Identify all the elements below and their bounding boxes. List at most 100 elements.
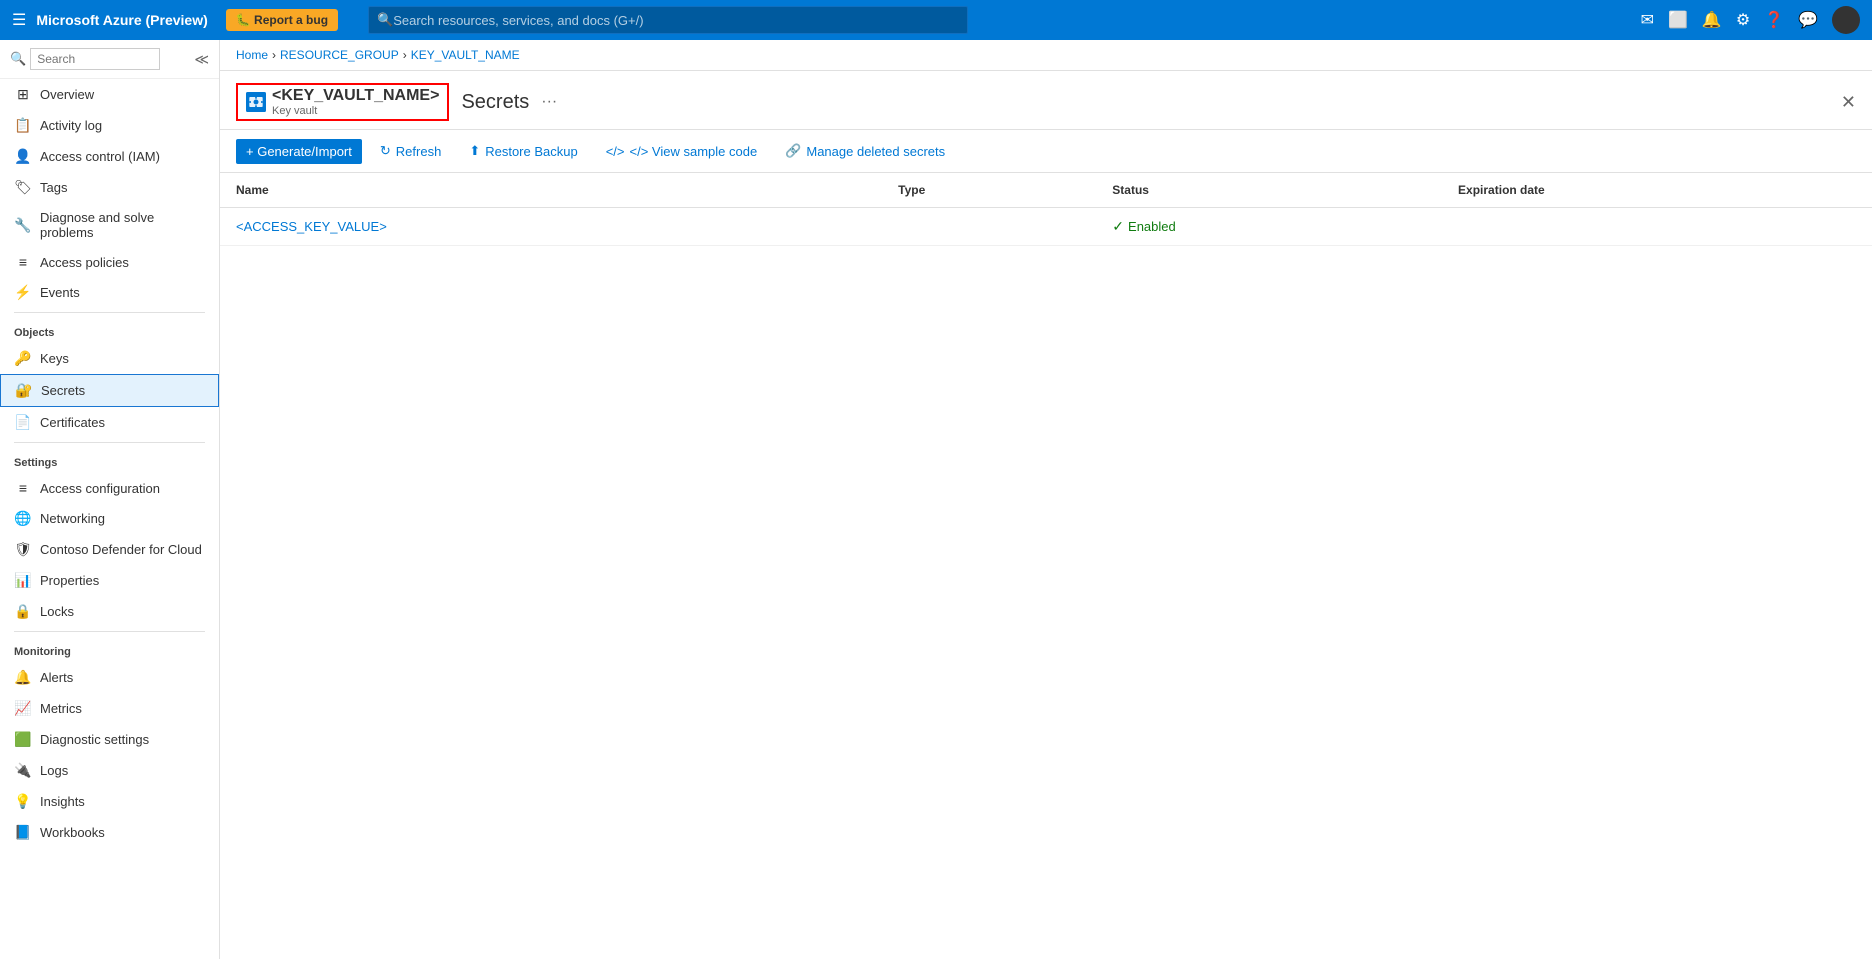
events-icon: ⚡ [14,284,32,301]
cell-status: ✓ Enabled [1096,208,1442,246]
cell-name: <ACCESS_KEY_VALUE> [220,208,882,246]
sidebar-item-events[interactable]: ⚡ Events [0,277,219,308]
generate-import-button[interactable]: + Generate/Import [236,139,362,164]
table-body: <ACCESS_KEY_VALUE> ✓ Enabled [220,208,1872,246]
tags-icon: 🏷 [14,179,32,196]
breadcrumb-vault-name[interactable]: KEY_VAULT_NAME [411,48,520,62]
refresh-button[interactable]: ↻ Refresh [370,138,451,164]
report-bug-button[interactable]: 🐛 Report a bug [226,9,338,31]
sidebar-item-label: Metrics [40,701,82,716]
sidebar-item-diagnose[interactable]: 🔧 Diagnose and solve problems [0,203,219,247]
page-title: Secrets [461,91,529,114]
close-button[interactable]: ✕ [1841,92,1856,113]
sidebar-item-label: Access policies [40,255,129,270]
sidebar-item-locks[interactable]: 🔒 Locks [0,596,219,627]
more-options-button[interactable]: ··· [541,93,557,111]
sidebar-item-tags[interactable]: 🏷 Tags [0,172,219,203]
sidebar-item-label: Tags [40,180,67,195]
sidebar-item-label: Properties [40,573,99,588]
manage-deleted-icon: 🔗 [785,143,801,159]
sidebar-collapse-button[interactable]: ≪ [194,51,209,68]
cell-expiration [1442,208,1872,246]
portal-icon[interactable]: ⬜ [1668,10,1688,30]
search-icon: 🔍 [377,12,393,28]
mail-icon[interactable]: ✉ [1641,10,1654,30]
sidebar-item-label: Locks [40,604,74,619]
global-search-bar[interactable]: 🔍 [368,6,968,34]
sidebar-divider-settings [14,442,205,443]
main-layout: 🔍 ≪ ⊞ Overview 📋 Activity log 👤 Access c… [0,40,1872,959]
sidebar-item-label: Secrets [41,383,85,398]
sidebar-item-label: Keys [40,351,69,366]
sidebar: 🔍 ≪ ⊞ Overview 📋 Activity log 👤 Access c… [0,40,220,959]
manage-deleted-button[interactable]: 🔗 Manage deleted secrets [775,138,955,164]
objects-section-label: Objects [0,317,219,343]
sidebar-search-icon: 🔍 [10,51,26,67]
sidebar-item-alerts[interactable]: 🔔 Alerts [0,662,219,693]
sidebar-item-secrets[interactable]: 🔐 Secrets [0,374,219,407]
locks-icon: 🔒 [14,603,32,620]
sidebar-item-label: Networking [40,511,105,526]
feedback-icon[interactable]: 💬 [1798,10,1818,30]
check-icon: ✓ [1112,218,1124,235]
sidebar-item-label: Alerts [40,670,73,685]
vault-name-text: <KEY_VAULT_NAME> [272,87,439,105]
sidebar-item-networking[interactable]: 🌐 Networking [0,503,219,534]
access-config-icon: ≡ [14,480,32,496]
overview-icon: ⊞ [14,86,32,103]
keys-icon: 🔑 [14,350,32,367]
restore-backup-button[interactable]: ⬆ Restore Backup [459,138,587,164]
breadcrumb: Home › RESOURCE_GROUP › KEY_VAULT_NAME [220,40,1872,71]
defender-icon: 🛡 [14,541,32,558]
access-control-icon: 👤 [14,148,32,165]
sidebar-item-label: Workbooks [40,825,105,840]
sidebar-item-access-policies[interactable]: ≡ Access policies [0,247,219,277]
sidebar-item-label: Logs [40,763,68,778]
sidebar-item-label: Diagnose and solve problems [40,210,205,240]
certificates-icon: 📄 [14,414,32,431]
restore-icon: ⬆ [469,143,480,159]
sidebar-item-overview[interactable]: ⊞ Overview [0,79,219,110]
sidebar-item-access-config[interactable]: ≡ Access configuration [0,473,219,503]
col-type: Type [882,173,1096,208]
global-search-input[interactable] [393,13,959,28]
hamburger-menu[interactable]: ☰ [12,10,26,30]
col-status: Status [1096,173,1442,208]
nav-icons-group: ✉ ⬜ 🔔 ⚙ ❓ 💬 [1641,6,1860,34]
sidebar-item-certificates[interactable]: 📄 Certificates [0,407,219,438]
sidebar-item-keys[interactable]: 🔑 Keys [0,343,219,374]
metrics-icon: 📈 [14,700,32,717]
vault-name-box: <KEY_VAULT_NAME> Key vault [236,83,449,121]
sidebar-item-workbooks[interactable]: 📘 Workbooks [0,817,219,848]
table-row[interactable]: <ACCESS_KEY_VALUE> ✓ Enabled [220,208,1872,246]
cell-type [882,208,1096,246]
view-sample-code-button[interactable]: </> </> View sample code [596,139,767,164]
sidebar-item-label: Certificates [40,415,105,430]
breadcrumb-resource-group[interactable]: RESOURCE_GROUP [280,48,399,62]
sidebar-search-input[interactable] [30,48,160,70]
sidebar-divider-objects [14,312,205,313]
access-policies-icon: ≡ [14,254,32,270]
secret-name-link[interactable]: <ACCESS_KEY_VALUE> [236,219,387,234]
breadcrumb-home[interactable]: Home [236,48,268,62]
logs-icon: 🔌 [14,762,32,779]
table-header: Name Type Status Expiration date [220,173,1872,208]
settings-icon[interactable]: ⚙ [1736,10,1750,30]
sidebar-item-label: Activity log [40,118,102,133]
sidebar-item-properties[interactable]: 📊 Properties [0,565,219,596]
help-icon[interactable]: ❓ [1764,10,1784,30]
sidebar-item-logs[interactable]: 🔌 Logs [0,755,219,786]
page-header: <KEY_VAULT_NAME> Key vault Secrets ··· ✕ [220,71,1872,130]
user-avatar[interactable] [1832,6,1860,34]
sidebar-item-activity-log[interactable]: 📋 Activity log [0,110,219,141]
sidebar-item-defender[interactable]: 🛡 Contoso Defender for Cloud [0,534,219,565]
sidebar-item-access-control[interactable]: 👤 Access control (IAM) [0,141,219,172]
sidebar-item-diagnostic[interactable]: 🟩 Diagnostic settings [0,724,219,755]
sidebar-divider-monitoring [14,631,205,632]
sidebar-item-metrics[interactable]: 📈 Metrics [0,693,219,724]
secrets-icon: 🔐 [15,382,33,399]
notification-icon[interactable]: 🔔 [1702,10,1722,30]
main-content: Home › RESOURCE_GROUP › KEY_VAULT_NAME [220,40,1872,959]
sidebar-item-insights[interactable]: 💡 Insights [0,786,219,817]
status-badge: ✓ Enabled [1112,218,1426,235]
